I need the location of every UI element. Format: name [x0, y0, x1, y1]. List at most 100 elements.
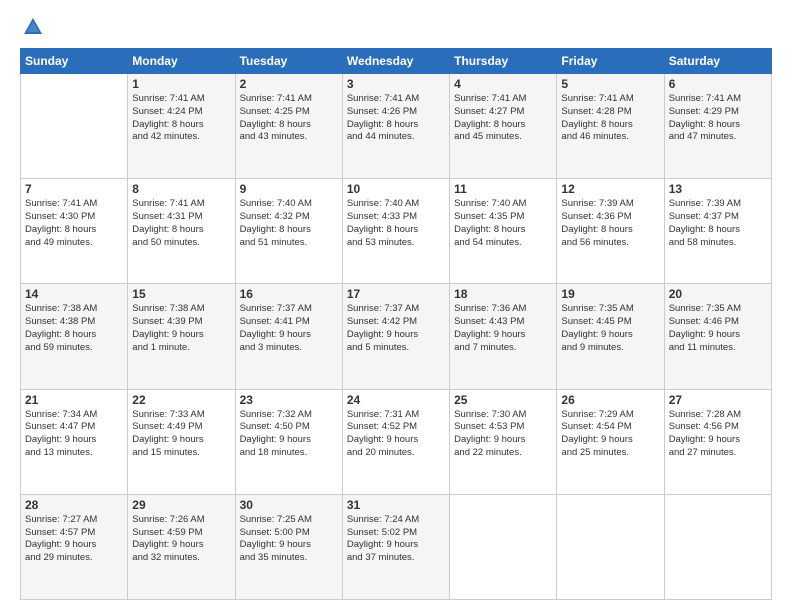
calendar-day-cell: 13Sunrise: 7:39 AM Sunset: 4:37 PM Dayli… [664, 179, 771, 284]
calendar-day-cell: 26Sunrise: 7:29 AM Sunset: 4:54 PM Dayli… [557, 389, 664, 494]
day-number: 4 [454, 77, 552, 91]
day-info: Sunrise: 7:38 AM Sunset: 4:39 PM Dayligh… [132, 303, 230, 354]
day-number: 29 [132, 498, 230, 512]
day-info: Sunrise: 7:30 AM Sunset: 4:53 PM Dayligh… [454, 409, 552, 460]
day-number: 31 [347, 498, 445, 512]
calendar-day-cell [557, 494, 664, 599]
day-info: Sunrise: 7:37 AM Sunset: 4:41 PM Dayligh… [240, 303, 338, 354]
day-number: 26 [561, 393, 659, 407]
day-info: Sunrise: 7:41 AM Sunset: 4:28 PM Dayligh… [561, 93, 659, 144]
day-info: Sunrise: 7:35 AM Sunset: 4:45 PM Dayligh… [561, 303, 659, 354]
calendar-day-cell: 4Sunrise: 7:41 AM Sunset: 4:27 PM Daylig… [450, 74, 557, 179]
day-info: Sunrise: 7:31 AM Sunset: 4:52 PM Dayligh… [347, 409, 445, 460]
day-number: 21 [25, 393, 123, 407]
calendar-day-header: Tuesday [235, 49, 342, 74]
day-number: 12 [561, 182, 659, 196]
calendar-day-cell: 7 Sunrise: 7:41 AM Sunset: 4:30 PM Daylig… [21, 179, 128, 284]
calendar-day-header: Wednesday [342, 49, 449, 74]
day-number: 8 [132, 182, 230, 196]
day-info: Sunrise: 7:26 AM Sunset: 4:59 PM Dayligh… [132, 514, 230, 565]
calendar-day-cell: 23 Sunrise: 7:32 AM Sunset: 4:50 PM Dayli… [235, 389, 342, 494]
calendar-day-cell: 28 Sunrise: 7:27 AM Sunset: 4:57 PM Dayli… [21, 494, 128, 599]
day-number: 13 [669, 182, 767, 196]
calendar-day-cell: 27 Sunrise: 7:28 AM Sunset: 4:56 PM Dayli… [664, 389, 771, 494]
calendar-week-row: 28 Sunrise: 7:27 AM Sunset: 4:57 PM Dayli… [21, 494, 772, 599]
day-number: 25 [454, 393, 552, 407]
day-number: 2 [240, 77, 338, 91]
calendar-day-cell: 18 Sunrise: 7:36 AM Sunset: 4:43 PM Dayli… [450, 284, 557, 389]
page-header [20, 16, 772, 38]
day-number: 17 [347, 287, 445, 301]
calendar-day-cell: 20 Sunrise: 7:35 AM Sunset: 4:46 PM Dayli… [664, 284, 771, 389]
day-number: 9 [240, 182, 338, 196]
calendar-week-row: 1Sunrise: 7:41 AM Sunset: 4:24 PM Daylig… [21, 74, 772, 179]
calendar-day-cell: 15 Sunrise: 7:38 AM Sunset: 4:39 PM Dayli… [128, 284, 235, 389]
day-info: Sunrise: 7:41 AM Sunset: 4:25 PM Dayligh… [240, 93, 338, 144]
day-info: Sunrise: 7:24 AM Sunset: 5:02 PM Dayligh… [347, 514, 445, 565]
day-info: Sunrise: 7:33 AM Sunset: 4:49 PM Dayligh… [132, 409, 230, 460]
calendar-week-row: 7 Sunrise: 7:41 AM Sunset: 4:30 PM Daylig… [21, 179, 772, 284]
day-info: Sunrise: 7:40 AM Sunset: 4:35 PM Dayligh… [454, 198, 552, 249]
calendar-day-header: Sunday [21, 49, 128, 74]
day-number: 6 [669, 77, 767, 91]
day-number: 5 [561, 77, 659, 91]
calendar-day-cell: 3 Sunrise: 7:41 AM Sunset: 4:26 PM Daylig… [342, 74, 449, 179]
calendar-day-cell: 2 Sunrise: 7:41 AM Sunset: 4:25 PM Daylig… [235, 74, 342, 179]
calendar-day-header: Saturday [664, 49, 771, 74]
day-number: 18 [454, 287, 552, 301]
day-number: 30 [240, 498, 338, 512]
calendar-day-cell: 21 Sunrise: 7:34 AM Sunset: 4:47 PM Dayli… [21, 389, 128, 494]
calendar-day-header: Thursday [450, 49, 557, 74]
calendar-day-cell: 14Sunrise: 7:38 AM Sunset: 4:38 PM Dayli… [21, 284, 128, 389]
calendar-day-cell: 19Sunrise: 7:35 AM Sunset: 4:45 PM Dayli… [557, 284, 664, 389]
calendar-day-cell: 8Sunrise: 7:41 AM Sunset: 4:31 PM Daylig… [128, 179, 235, 284]
day-info: Sunrise: 7:41 AM Sunset: 4:30 PM Dayligh… [25, 198, 123, 249]
day-number: 20 [669, 287, 767, 301]
day-info: Sunrise: 7:27 AM Sunset: 4:57 PM Dayligh… [25, 514, 123, 565]
calendar-day-cell: 31 Sunrise: 7:24 AM Sunset: 5:02 PM Dayli… [342, 494, 449, 599]
calendar-day-cell: 24 Sunrise: 7:31 AM Sunset: 4:52 PM Dayli… [342, 389, 449, 494]
calendar-table: SundayMondayTuesdayWednesdayThursdayFrid… [20, 48, 772, 600]
calendar-day-cell: 9 Sunrise: 7:40 AM Sunset: 4:32 PM Daylig… [235, 179, 342, 284]
day-number: 24 [347, 393, 445, 407]
calendar-day-cell [664, 494, 771, 599]
calendar-day-cell: 11 Sunrise: 7:40 AM Sunset: 4:35 PM Dayli… [450, 179, 557, 284]
day-info: Sunrise: 7:36 AM Sunset: 4:43 PM Dayligh… [454, 303, 552, 354]
day-number: 22 [132, 393, 230, 407]
calendar-day-cell: 1Sunrise: 7:41 AM Sunset: 4:24 PM Daylig… [128, 74, 235, 179]
day-number: 7 [25, 182, 123, 196]
calendar-week-row: 21 Sunrise: 7:34 AM Sunset: 4:47 PM Dayli… [21, 389, 772, 494]
day-info: Sunrise: 7:37 AM Sunset: 4:42 PM Dayligh… [347, 303, 445, 354]
logo [20, 16, 44, 38]
day-number: 10 [347, 182, 445, 196]
day-number: 23 [240, 393, 338, 407]
day-info: Sunrise: 7:28 AM Sunset: 4:56 PM Dayligh… [669, 409, 767, 460]
calendar-day-cell [450, 494, 557, 599]
day-number: 11 [454, 182, 552, 196]
logo-icon [22, 16, 44, 38]
day-number: 27 [669, 393, 767, 407]
day-info: Sunrise: 7:34 AM Sunset: 4:47 PM Dayligh… [25, 409, 123, 460]
calendar-day-cell: 22 Sunrise: 7:33 AM Sunset: 4:49 PM Dayli… [128, 389, 235, 494]
day-info: Sunrise: 7:40 AM Sunset: 4:32 PM Dayligh… [240, 198, 338, 249]
calendar-day-cell: 5 Sunrise: 7:41 AM Sunset: 4:28 PM Daylig… [557, 74, 664, 179]
calendar-day-cell: 17 Sunrise: 7:37 AM Sunset: 4:42 PM Dayli… [342, 284, 449, 389]
day-number: 16 [240, 287, 338, 301]
calendar-day-cell: 10 Sunrise: 7:40 AM Sunset: 4:33 PM Dayli… [342, 179, 449, 284]
day-number: 28 [25, 498, 123, 512]
calendar-day-header: Monday [128, 49, 235, 74]
day-info: Sunrise: 7:32 AM Sunset: 4:50 PM Dayligh… [240, 409, 338, 460]
day-info: Sunrise: 7:41 AM Sunset: 4:26 PM Dayligh… [347, 93, 445, 144]
day-info: Sunrise: 7:41 AM Sunset: 4:24 PM Dayligh… [132, 93, 230, 144]
day-info: Sunrise: 7:40 AM Sunset: 4:33 PM Dayligh… [347, 198, 445, 249]
day-info: Sunrise: 7:25 AM Sunset: 5:00 PM Dayligh… [240, 514, 338, 565]
calendar-day-header: Friday [557, 49, 664, 74]
day-info: Sunrise: 7:35 AM Sunset: 4:46 PM Dayligh… [669, 303, 767, 354]
day-number: 15 [132, 287, 230, 301]
calendar-header-row: SundayMondayTuesdayWednesdayThursdayFrid… [21, 49, 772, 74]
calendar-day-cell: 29 Sunrise: 7:26 AM Sunset: 4:59 PM Dayli… [128, 494, 235, 599]
calendar-day-cell [21, 74, 128, 179]
calendar-week-row: 14Sunrise: 7:38 AM Sunset: 4:38 PM Dayli… [21, 284, 772, 389]
day-info: Sunrise: 7:38 AM Sunset: 4:38 PM Dayligh… [25, 303, 123, 354]
day-number: 3 [347, 77, 445, 91]
